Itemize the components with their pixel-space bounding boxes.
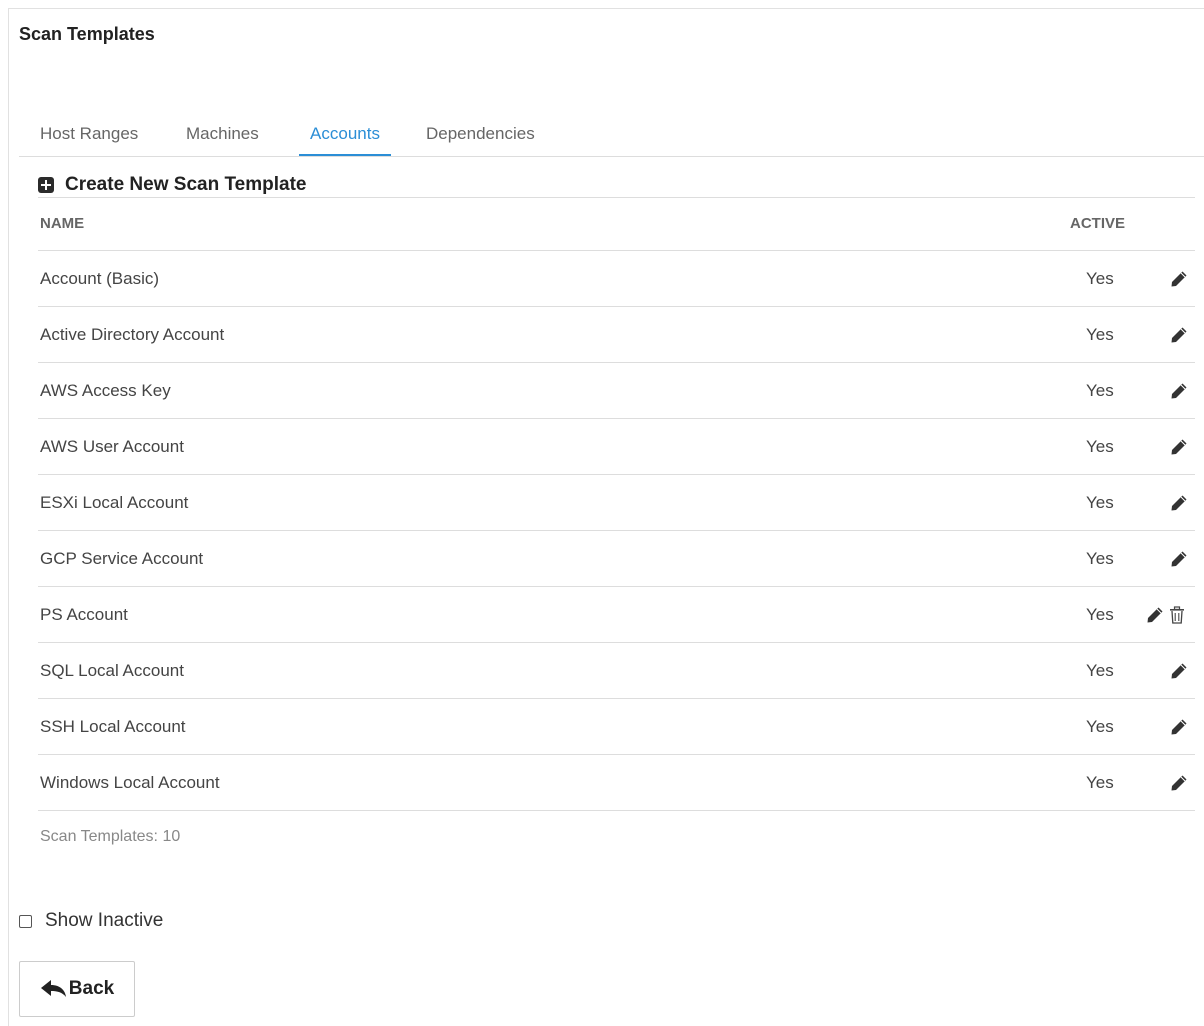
- row-actions: [1145, 605, 1187, 625]
- row-active-status: Yes: [1086, 549, 1114, 568]
- row-name: SQL Local Account: [40, 661, 184, 680]
- row-active-status: Yes: [1086, 661, 1114, 680]
- edit-pencil-icon[interactable]: [1169, 437, 1189, 457]
- show-inactive-checkbox[interactable]: [19, 914, 32, 928]
- edit-pencil-icon[interactable]: [1145, 605, 1165, 625]
- row-actions: [1169, 717, 1189, 737]
- delete-trash-icon[interactable]: [1167, 605, 1187, 625]
- show-inactive-toggle[interactable]: Show Inactive: [19, 909, 163, 933]
- scan-templates-table: NAME ACTIVE Account (Basic) Yes Active Dir…: [38, 197, 1195, 811]
- edit-pencil-icon[interactable]: [1169, 325, 1189, 345]
- row-active-status: Yes: [1086, 605, 1114, 624]
- row-active-status: Yes: [1086, 381, 1114, 400]
- table-row[interactable]: SQL Local Account Yes: [38, 643, 1195, 699]
- table-body: Account (Basic) Yes Active Directory Accou…: [38, 251, 1195, 811]
- table-header: NAME ACTIVE: [38, 198, 1195, 251]
- row-active-status: Yes: [1086, 437, 1114, 456]
- row-name: PS Account: [40, 605, 128, 624]
- tab-host-ranges[interactable]: Host Ranges: [39, 114, 139, 156]
- tab-bar: Host Ranges Machines Accounts Dependenci…: [19, 114, 1204, 157]
- create-new-scan-template-label: Create New Scan Template: [65, 174, 307, 195]
- row-active-status: Yes: [1086, 493, 1114, 512]
- table-row[interactable]: Account (Basic) Yes: [38, 251, 1195, 307]
- edit-pencil-icon[interactable]: [1169, 269, 1189, 289]
- edit-pencil-icon[interactable]: [1169, 549, 1189, 569]
- back-button[interactable]: Back: [19, 961, 135, 1017]
- row-active-status: Yes: [1086, 325, 1114, 344]
- tab-machines[interactable]: Machines: [185, 114, 260, 156]
- table-row[interactable]: GCP Service Account Yes: [38, 531, 1195, 587]
- row-name: Active Directory Account: [40, 325, 225, 344]
- create-new-scan-template-button[interactable]: Create New Scan Template: [38, 172, 306, 198]
- row-name: ESXi Local Account: [40, 493, 189, 512]
- row-active-status: Yes: [1086, 717, 1114, 736]
- row-active-status: Yes: [1086, 269, 1114, 288]
- row-actions: [1169, 549, 1189, 569]
- column-header-active[interactable]: ACTIVE: [1070, 198, 1125, 249]
- table-row[interactable]: Windows Local Account Yes: [38, 755, 1195, 811]
- reply-arrow-icon: [40, 979, 68, 999]
- row-actions: [1169, 269, 1189, 289]
- table-row[interactable]: SSH Local Account Yes: [38, 699, 1195, 755]
- row-name: AWS User Account: [40, 437, 184, 456]
- tab-accounts[interactable]: Accounts: [299, 114, 391, 156]
- table-row[interactable]: AWS User Account Yes: [38, 419, 1195, 475]
- page-title: Scan Templates: [19, 24, 155, 44]
- plus-square-icon: [38, 177, 54, 193]
- row-actions: [1169, 325, 1189, 345]
- edit-pencil-icon[interactable]: [1169, 773, 1189, 793]
- row-name: Windows Local Account: [40, 773, 220, 792]
- row-actions: [1169, 493, 1189, 513]
- row-name: GCP Service Account: [40, 549, 204, 568]
- edit-pencil-icon[interactable]: [1169, 717, 1189, 737]
- scan-templates-count: Scan Templates: 10: [40, 828, 181, 845]
- row-actions: [1169, 437, 1189, 457]
- row-actions: [1169, 381, 1189, 401]
- table-row[interactable]: ESXi Local Account Yes: [38, 475, 1195, 531]
- table-row[interactable]: Active Directory Account Yes: [38, 307, 1195, 363]
- tab-dependencies[interactable]: Dependencies: [425, 114, 536, 156]
- row-actions: [1169, 773, 1189, 793]
- row-name: SSH Local Account: [40, 717, 186, 736]
- row-name: Account (Basic): [40, 269, 160, 288]
- table-row[interactable]: PS Account Yes: [38, 587, 1195, 643]
- edit-pencil-icon[interactable]: [1169, 493, 1189, 513]
- edit-pencil-icon[interactable]: [1169, 381, 1189, 401]
- table-row[interactable]: AWS Access Key Yes: [38, 363, 1195, 419]
- row-active-status: Yes: [1086, 773, 1114, 792]
- row-actions: [1169, 661, 1189, 681]
- column-header-name[interactable]: NAME: [40, 198, 84, 249]
- row-name: AWS Access Key: [40, 381, 171, 400]
- back-button-label: Back: [68, 978, 115, 999]
- edit-pencil-icon[interactable]: [1169, 661, 1189, 681]
- show-inactive-label: Show Inactive: [45, 910, 164, 931]
